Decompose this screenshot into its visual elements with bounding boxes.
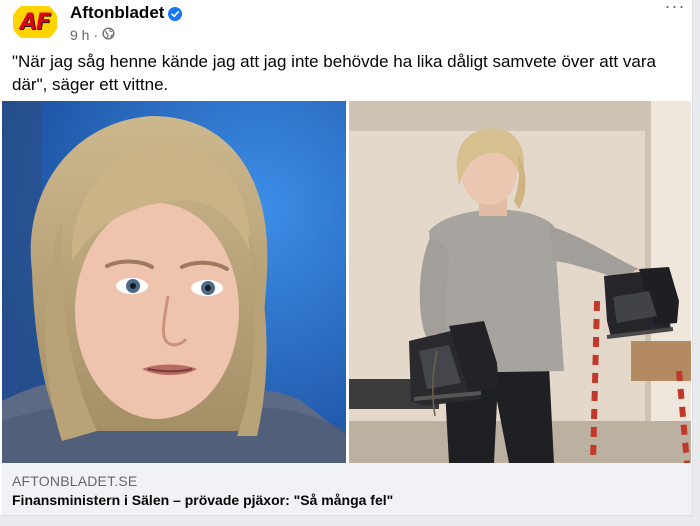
facebook-post: AF Aftonbladet 9 h · ··· "När jag såg he… — [0, 0, 693, 516]
globe-icon[interactable] — [102, 27, 115, 43]
page-name-link[interactable]: Aftonbladet — [70, 3, 164, 23]
link-title[interactable]: Finansministern i Sälen – prövade pjäxor… — [12, 492, 393, 508]
link-domain: AFTONBLADET.SE — [12, 473, 138, 489]
page-avatar[interactable]: AF — [12, 2, 58, 42]
post-timestamp[interactable]: 9 h — [70, 27, 89, 43]
verified-badge-icon — [168, 7, 182, 21]
more-options-button[interactable]: ··· — [660, 0, 690, 20]
meta-separator: · — [93, 27, 99, 43]
post-meta: 9 h · — [70, 27, 115, 43]
post-text: "När jag såg henne kände jag att jag int… — [12, 52, 656, 94]
link-preview[interactable]: AFTONBLADET.SE Finansministern i Sälen –… — [2, 463, 692, 515]
aftonbladet-logo: AF — [13, 6, 57, 38]
post-image-left[interactable] — [2, 101, 346, 463]
post-image-right[interactable] — [349, 101, 691, 463]
